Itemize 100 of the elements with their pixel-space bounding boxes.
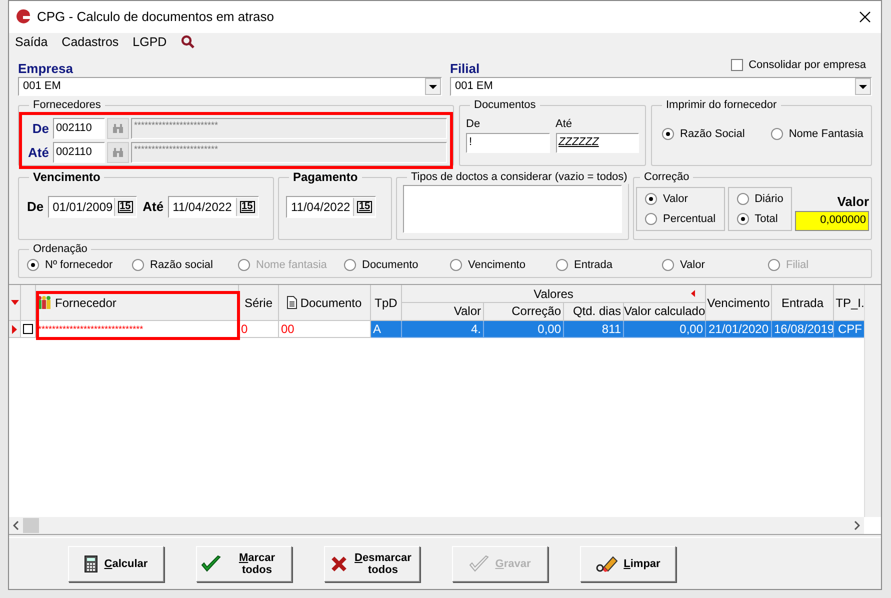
menu-item[interactable]: Saída — [15, 32, 48, 52]
radio-label: Nome fantasia — [256, 258, 327, 273]
code-field[interactable]: 002110 — [53, 142, 105, 163]
field-label: De — [27, 198, 44, 216]
table-cell: 0,00 — [624, 321, 706, 338]
radio-button[interactable] — [645, 193, 657, 206]
column-header[interactable]: TpD — [371, 285, 402, 321]
scroll-left-icon[interactable] — [13, 521, 19, 530]
radio-button[interactable] — [450, 259, 462, 272]
code-field[interactable]: 002110 — [53, 118, 105, 139]
group-title: Documentos — [473, 98, 537, 112]
binoculars-icon — [112, 124, 124, 134]
horizontal-scrollbar[interactable] — [9, 517, 864, 534]
date-field[interactable]: 01/01/2009 15 — [48, 196, 137, 218]
date-field[interactable]: 11/04/2022 15 — [286, 196, 376, 218]
vertical-scrollbar[interactable] — [864, 285, 881, 517]
value-field[interactable]: 0,000000 — [795, 211, 869, 231]
group-title: Tipos de doctos a considerar (vazio = todos) — [410, 170, 628, 184]
table-cell: 00 — [279, 321, 371, 338]
table-cell: 0 — [239, 321, 279, 338]
group-title: Fornecedores — [32, 98, 102, 112]
radio-label: Entrada — [574, 258, 613, 273]
date-field[interactable]: 11/04/2022 15 — [168, 196, 259, 218]
dropdown-field[interactable]: 001 EM — [18, 77, 442, 96]
column-header[interactable]: Fornecedor — [36, 285, 239, 321]
checkbox[interactable] — [730, 59, 743, 71]
calendar-button[interactable]: 15 — [236, 198, 258, 216]
action-button[interactable]: Marcar todos — [196, 546, 292, 582]
scroll-thumb[interactable] — [23, 518, 39, 533]
close-icon[interactable] — [859, 11, 871, 23]
radio-button[interactable] — [770, 128, 783, 140]
column-header[interactable]: TP_I. — [834, 285, 867, 321]
name-field: ************************ — [131, 142, 447, 163]
menu-item[interactable]: Cadastros — [62, 32, 119, 52]
document-field[interactable]: ZZZZZZ — [556, 132, 639, 152]
cross-icon — [331, 556, 347, 572]
group-title: Imprimir do fornecedor — [665, 98, 778, 112]
check-icon — [201, 554, 221, 572]
table-cell: 0,00 — [484, 321, 564, 338]
column-header[interactable]: Série — [239, 285, 279, 321]
column-header[interactable]: Vencimento — [706, 285, 772, 321]
radio-label: Razão Social — [680, 127, 745, 142]
scroll-right-icon[interactable] — [854, 521, 860, 530]
radio-button[interactable] — [662, 259, 674, 272]
calculator-icon — [84, 554, 98, 572]
radio-label: Valor — [663, 192, 688, 207]
radio-label: Razão social — [150, 258, 213, 273]
group-title: Ordenação — [32, 242, 88, 256]
column-header[interactable]: Entrada — [772, 285, 834, 321]
radio-button[interactable] — [344, 259, 356, 272]
calendar-button[interactable]: 15 — [353, 198, 375, 216]
radio-label: Nome Fantasia — [788, 127, 864, 142]
group-title: Vencimento — [32, 170, 102, 184]
action-button[interactable]: Calcular — [68, 546, 164, 582]
menu-item[interactable]: LGPD — [132, 32, 167, 52]
field-label: Até — [27, 144, 50, 162]
radio-button[interactable] — [556, 259, 568, 272]
radio-label: Filial — [786, 258, 809, 273]
radio-button[interactable] — [645, 212, 657, 225]
field-label: De — [31, 120, 50, 138]
radio-button[interactable] — [132, 259, 144, 272]
table-cell: A — [371, 321, 402, 338]
radio-button[interactable] — [736, 193, 749, 206]
logo-icon — [15, 9, 31, 25]
dropdown-field[interactable]: 001 EM — [450, 77, 872, 96]
column-header[interactable]: Qtd. dias — [564, 303, 624, 321]
binoculars-button[interactable] — [107, 118, 129, 139]
check-icon — [469, 554, 490, 572]
column-header[interactable]: Valor calculado — [624, 303, 706, 321]
radio-button[interactable] — [27, 259, 39, 272]
document-types-field[interactable] — [403, 185, 622, 233]
caret-icon — [429, 84, 437, 88]
radio-button[interactable] — [736, 212, 749, 225]
people-icon — [36, 295, 52, 310]
column-header[interactable]: Correção — [484, 303, 564, 321]
column-header[interactable]: Documento — [279, 285, 371, 321]
document-field[interactable]: ! — [466, 132, 550, 152]
group-header: Valores — [402, 285, 706, 303]
window-title: CPG - Calculo de documentos em atraso — [37, 8, 275, 26]
search-icon[interactable] — [180, 35, 195, 49]
marker-icon — [691, 290, 695, 297]
table-cell: 811 — [564, 321, 624, 338]
checkbox[interactable] — [23, 324, 33, 334]
field-label: Filial — [450, 60, 480, 77]
action-button[interactable]: Limpar — [580, 546, 676, 582]
binoculars-button[interactable] — [107, 142, 129, 163]
caret-icon — [859, 84, 867, 88]
field-label: Até — [142, 198, 164, 216]
radio-label: Diário — [754, 192, 784, 207]
field-label: De — [466, 117, 482, 132]
group-title: Pagamento — [292, 170, 359, 184]
table-cell: CPF — [834, 321, 867, 338]
radio-label: Percentual — [663, 212, 716, 226]
document-icon — [287, 296, 298, 309]
radio-label: Nº fornecedor — [45, 258, 113, 273]
radio-button[interactable] — [662, 128, 674, 140]
calendar-button[interactable]: 15 — [114, 198, 136, 216]
action-button[interactable]: Desmarcar todos — [324, 546, 420, 582]
group-title: Correção — [643, 170, 690, 184]
column-header[interactable]: Valor — [402, 303, 484, 321]
